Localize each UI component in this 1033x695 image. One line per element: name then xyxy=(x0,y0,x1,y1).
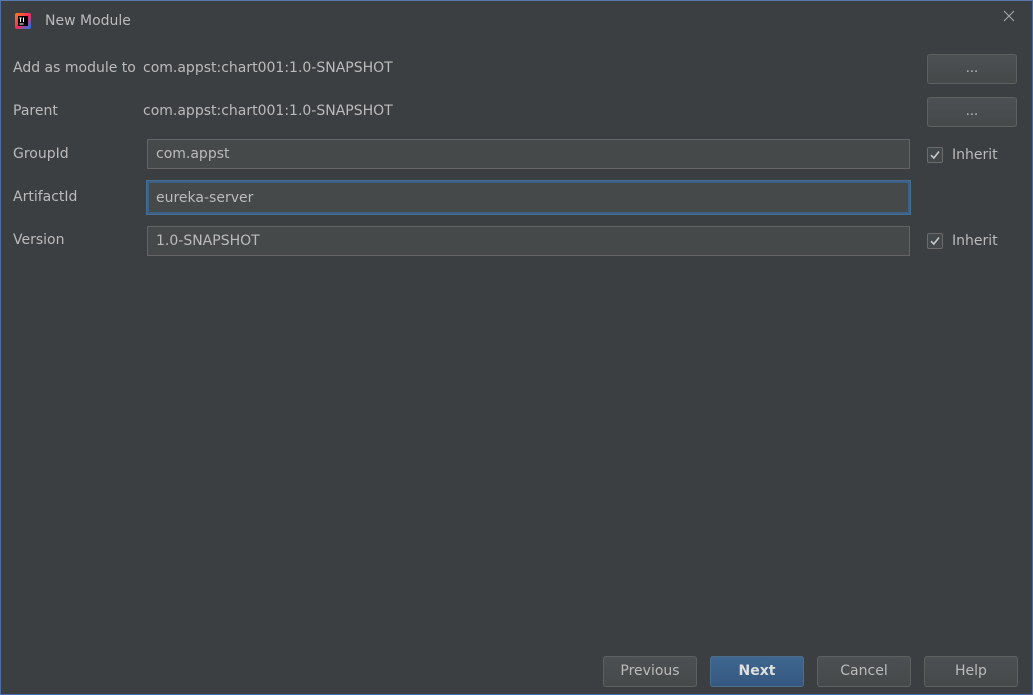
add-as-module-label: Add as module to xyxy=(13,60,136,76)
previous-button[interactable]: Previous xyxy=(603,656,697,687)
add-as-module-browse-button[interactable]: ... xyxy=(927,54,1017,84)
version-label: Version xyxy=(13,232,65,248)
intellij-idea-icon xyxy=(15,13,31,29)
new-module-dialog: New Module Add as module to com.appst:ch… xyxy=(0,0,1033,695)
parent-value: com.appst:chart001:1.0-SNAPSHOT xyxy=(143,103,393,119)
artifact-id-input[interactable] xyxy=(147,181,910,214)
parent-browse-button[interactable]: ... xyxy=(927,97,1017,127)
group-id-inherit-checkbox[interactable] xyxy=(927,147,943,163)
add-as-module-value: com.appst:chart001:1.0-SNAPSHOT xyxy=(143,60,393,76)
title-bar: New Module xyxy=(1,1,1032,43)
version-inherit[interactable]: Inherit xyxy=(927,232,998,250)
next-button[interactable]: Next xyxy=(710,656,804,687)
group-id-inherit-label: Inherit xyxy=(952,147,998,163)
group-id-label: GroupId xyxy=(13,146,69,162)
close-icon[interactable] xyxy=(1002,9,1016,23)
version-inherit-label: Inherit xyxy=(952,233,998,249)
cancel-button[interactable]: Cancel xyxy=(817,656,911,687)
group-id-inherit[interactable]: Inherit xyxy=(927,146,998,164)
artifact-id-label: ArtifactId xyxy=(13,189,78,205)
checkmark-icon xyxy=(930,151,940,160)
version-inherit-checkbox[interactable] xyxy=(927,233,943,249)
checkmark-icon xyxy=(930,237,940,246)
version-input[interactable] xyxy=(147,226,910,256)
dialog-title: New Module xyxy=(45,13,131,29)
help-button[interactable]: Help xyxy=(924,656,1018,687)
group-id-input[interactable] xyxy=(147,139,910,169)
parent-label: Parent xyxy=(13,103,58,119)
